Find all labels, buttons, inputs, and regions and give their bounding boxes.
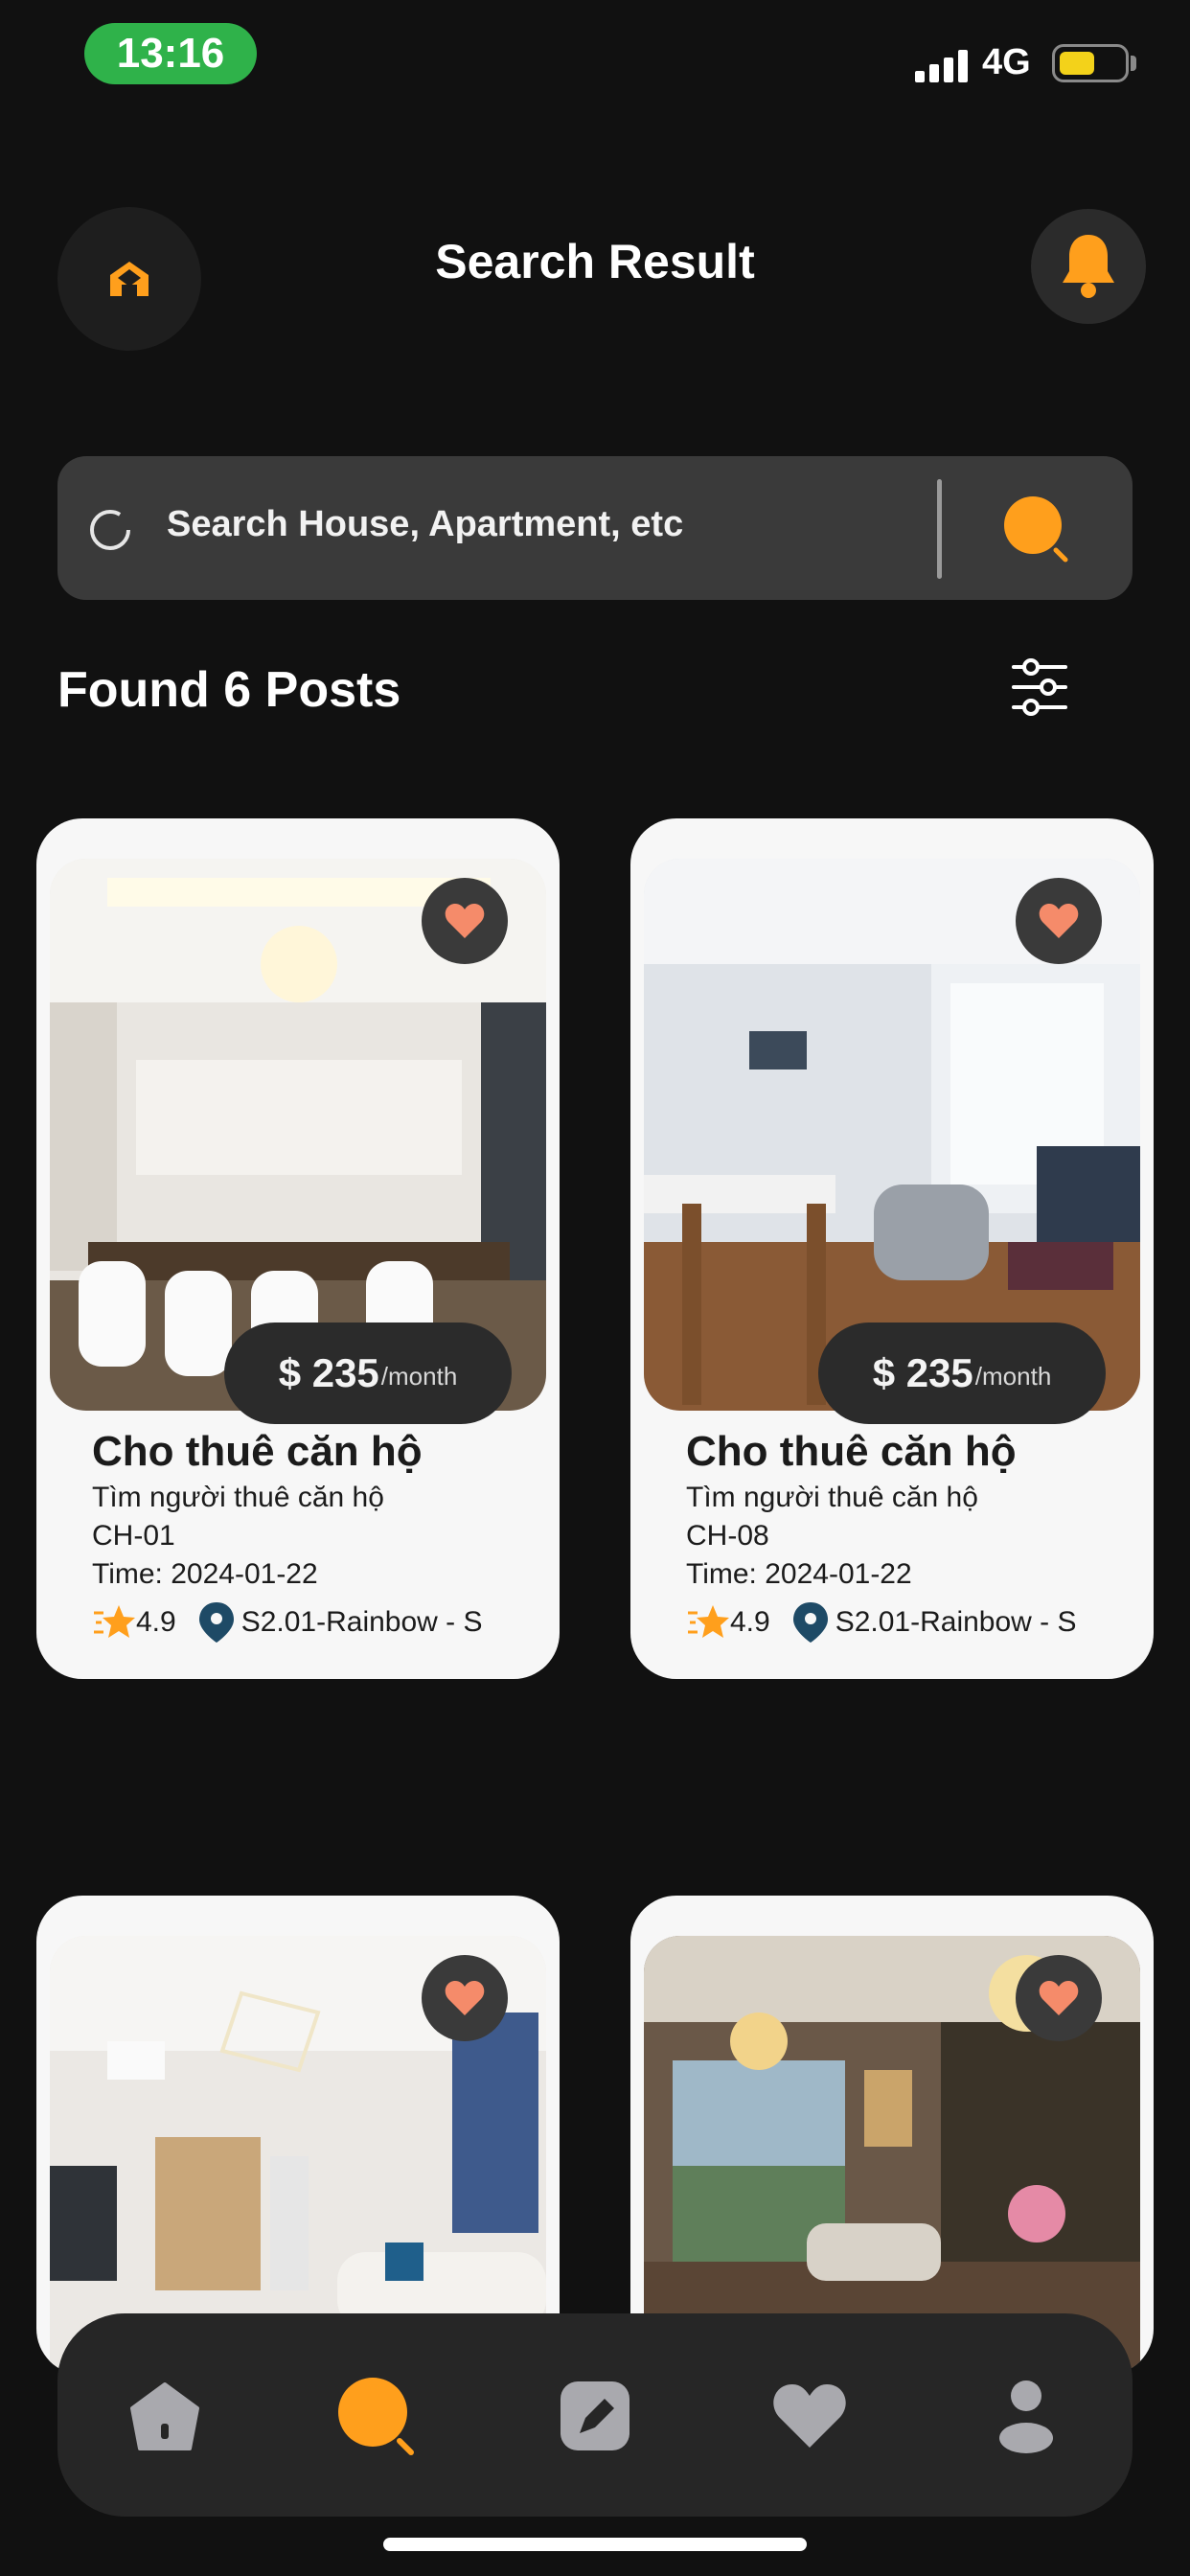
battery-icon (1052, 44, 1129, 82)
nav-create-post[interactable] (552, 2373, 638, 2459)
heart-icon (773, 2384, 846, 2448)
nav-favorites[interactable] (767, 2373, 853, 2459)
listing-code: CH-01 (92, 1520, 175, 1552)
price-period: /month (974, 1361, 1052, 1391)
price-tag: $ 235 /month (224, 1322, 512, 1424)
notification-button[interactable] (1031, 209, 1146, 324)
status-time: 13:16 (84, 23, 257, 84)
listing-meta: 4.9 S2.01-Rainbow - S (686, 1600, 1077, 1644)
listing-time: Time: 2024-01-22 (686, 1558, 912, 1590)
battery-tip (1131, 56, 1136, 71)
search-input[interactable]: Search House, Apartment, etc (167, 504, 683, 545)
nav-search[interactable] (333, 2373, 420, 2459)
heart-icon (445, 904, 485, 938)
listing-card[interactable]: $ 235 /month Cho thuê căn hộ Tìm người t… (630, 818, 1154, 1679)
profile-icon (999, 2380, 1053, 2453)
favorite-button[interactable] (422, 1955, 508, 2041)
listing-card[interactable]: $ 235 /month Cho thuê căn hộ Tìm người t… (36, 818, 560, 1679)
home-icon (130, 2382, 199, 2450)
location-pin-icon (792, 1602, 828, 1643)
favorite-button[interactable] (1016, 878, 1102, 964)
listing-code: CH-08 (686, 1520, 769, 1552)
listing-location: S2.01-Rainbow - S (835, 1606, 1077, 1638)
signal-icon (915, 50, 968, 82)
price-amount: $ 235 (278, 1350, 379, 1395)
nav-home[interactable] (122, 2373, 208, 2459)
location-pin-icon (198, 1602, 234, 1643)
star-icon (688, 1605, 729, 1638)
heart-icon (1039, 904, 1079, 938)
listing-rating: 4.9 (136, 1606, 176, 1638)
listing-rating: 4.9 (730, 1606, 770, 1638)
listing-title: Cho thuê căn hộ (92, 1428, 423, 1475)
favorite-button[interactable] (422, 878, 508, 964)
listing-time: Time: 2024-01-22 (92, 1558, 318, 1590)
results-count: Found 6 Posts (57, 662, 401, 718)
heart-icon (445, 1981, 485, 2015)
page-title: Search Result (435, 235, 755, 288)
favorite-button[interactable] (1016, 1955, 1102, 2041)
listing-card[interactable] (630, 1896, 1154, 2375)
search-divider (937, 479, 942, 579)
listing-title: Cho thuê căn hộ (686, 1428, 1017, 1475)
listing-location: S2.01-Rainbow - S (240, 1606, 483, 1638)
listing-subtitle: Tìm người thuê căn hộ (686, 1482, 978, 1513)
network-label: 4G (982, 42, 1031, 82)
listing-meta: 4.9 S2.01-Rainbow - S (92, 1600, 483, 1644)
listing-card[interactable] (36, 1896, 560, 2375)
search-icon[interactable] (1002, 494, 1071, 564)
loading-icon (90, 510, 130, 550)
heart-icon (1039, 1981, 1079, 2015)
bell-icon (1063, 235, 1114, 298)
search-icon (338, 2378, 414, 2455)
price-period: /month (380, 1361, 458, 1391)
price-tag: $ 235 /month (818, 1322, 1106, 1424)
filter-icon[interactable] (1010, 657, 1069, 717)
home-indicator (383, 2538, 807, 2551)
listing-subtitle: Tìm người thuê căn hộ (92, 1482, 384, 1513)
star-icon (94, 1605, 135, 1638)
nav-profile[interactable] (983, 2373, 1069, 2459)
edit-icon (561, 2381, 629, 2450)
price-amount: $ 235 (872, 1350, 973, 1395)
